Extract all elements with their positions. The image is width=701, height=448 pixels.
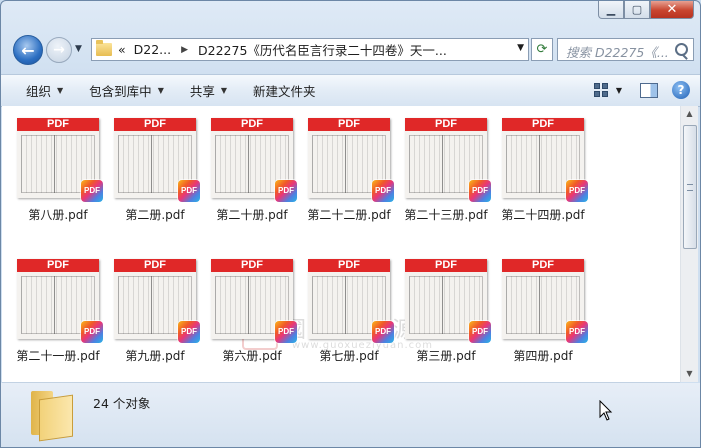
- breadcrumb-item-current[interactable]: D22275《历代名臣言行录二十四卷》天一...: [198, 40, 447, 59]
- caption-buttons: ▁ ▢ ✕: [598, 1, 694, 21]
- pdf-banner: PDF: [308, 118, 390, 131]
- change-view-icon[interactable]: [593, 83, 608, 97]
- organize-label: 组织: [26, 84, 52, 99]
- pdf-app-icon: PDF: [81, 321, 103, 343]
- mouse-cursor-icon: [599, 400, 613, 421]
- pdf-banner: PDF: [211, 118, 293, 131]
- breadcrumb-overflow[interactable]: «: [118, 42, 126, 57]
- pdf-app-icon: PDF: [81, 180, 103, 202]
- search-placeholder: 搜索 D22275《...: [566, 45, 669, 60]
- item-count: 24 个对象: [93, 396, 151, 411]
- forward-arrow-icon: →: [53, 42, 65, 58]
- pdf-banner: PDF: [502, 259, 584, 272]
- chevron-down-icon: ▼: [157, 86, 164, 95]
- pdf-banner: PDF: [405, 259, 487, 272]
- pdf-app-icon: PDF: [566, 321, 588, 343]
- pdf-thumbnail: PDF PDF: [114, 118, 200, 202]
- back-arrow-icon: ←: [21, 40, 35, 60]
- chevron-down-icon: ▼: [220, 86, 228, 95]
- recent-pages-dropdown-icon[interactable]: ▼: [75, 44, 82, 54]
- share-menu[interactable]: 共享 ▼: [190, 81, 227, 100]
- pdf-app-icon: PDF: [469, 321, 491, 343]
- include-in-library-menu[interactable]: 包含到库中 ▼: [89, 81, 164, 100]
- pdf-banner: PDF: [17, 118, 99, 131]
- pdf-thumbnail: PDF PDF: [405, 259, 491, 343]
- pdf-app-icon: PDF: [372, 321, 394, 343]
- close-button[interactable]: ✕: [650, 1, 694, 19]
- forward-button[interactable]: →: [46, 37, 72, 63]
- new-folder-button[interactable]: 新建文件夹: [253, 81, 316, 100]
- file-name: 第四册.pdf: [513, 349, 573, 363]
- pdf-thumbnail: PDF PDF: [308, 259, 394, 343]
- pdf-banner: PDF: [114, 118, 196, 131]
- breadcrumb-chevron-icon[interactable]: ▶: [181, 45, 188, 55]
- file-list-area[interactable]: 国 國學資源網 www.guoxueziyuan.com PDFPDF第八册.p…: [2, 106, 680, 383]
- folder-icon: [96, 40, 112, 56]
- scroll-thumb[interactable]: [683, 125, 697, 249]
- address-bar[interactable]: « D22... ▶ D22275《历代名臣言行录二十四卷》天一... ▼: [91, 38, 529, 61]
- command-bar: 组织 ▼ 包含到库中 ▼ 共享 ▼ 新建文件夹 ▼ ?: [1, 74, 700, 107]
- back-button[interactable]: ←: [13, 35, 43, 65]
- search-input[interactable]: 搜索 D22275《...: [557, 38, 694, 61]
- pdf-thumbnail: PDF PDF: [502, 259, 588, 343]
- explorer-window: ▁ ▢ ✕ ← → ▼ « D22... ▶ D22275《历代名臣言行录二十四…: [0, 0, 701, 448]
- pdf-banner: PDF: [17, 259, 99, 272]
- chevron-down-icon: ▼: [57, 86, 64, 95]
- pdf-thumbnail: PDF PDF: [17, 118, 103, 202]
- folder-icon: [31, 391, 73, 442]
- pdf-thumbnail: PDF PDF: [211, 259, 297, 343]
- scroll-up-icon[interactable]: ▲: [681, 106, 698, 122]
- pdf-app-icon: PDF: [275, 321, 297, 343]
- share-label: 共享: [189, 84, 215, 99]
- vertical-scrollbar[interactable]: ▲ ▼: [680, 106, 698, 382]
- pdf-thumbnail: PDF PDF: [211, 118, 297, 202]
- include-in-library-label: 包含到库中: [89, 84, 152, 99]
- pdf-thumbnail: PDF PDF: [405, 118, 491, 202]
- pdf-thumbnail: PDF PDF: [17, 259, 103, 343]
- pdf-app-icon: PDF: [372, 180, 394, 202]
- pdf-banner: PDF: [211, 259, 293, 272]
- search-icon[interactable]: [675, 43, 688, 56]
- scroll-down-icon[interactable]: ▼: [681, 366, 698, 382]
- pdf-thumbnail: PDF PDF: [308, 118, 394, 202]
- pdf-banner: PDF: [405, 118, 487, 131]
- preview-pane-icon[interactable]: [640, 82, 658, 98]
- organize-menu[interactable]: 组织 ▼: [26, 81, 63, 100]
- navigation-bar: ← → ▼ « D22... ▶ D22275《历代名臣言行录二十四卷》天一..…: [9, 35, 694, 65]
- new-folder-label: 新建文件夹: [253, 84, 316, 99]
- view-options-dropdown-icon[interactable]: ▼: [616, 86, 622, 95]
- pdf-app-icon: PDF: [275, 180, 297, 202]
- pdf-app-icon: PDF: [469, 180, 491, 202]
- pdf-banner: PDF: [502, 118, 584, 131]
- pdf-banner: PDF: [308, 259, 390, 272]
- pdf-app-icon: PDF: [566, 180, 588, 202]
- pdf-thumbnail: PDF PDF: [114, 259, 200, 343]
- minimize-button[interactable]: ▁: [598, 1, 624, 19]
- file-name: 第二十四册.pdf: [501, 208, 585, 222]
- address-dropdown-icon[interactable]: ▼: [517, 43, 524, 53]
- help-icon[interactable]: ?: [672, 81, 690, 99]
- breadcrumb-item-parent[interactable]: D22...: [134, 42, 171, 57]
- refresh-icon: ⟳: [536, 42, 548, 57]
- details-pane: 24 个对象: [1, 383, 700, 447]
- pdf-banner: PDF: [114, 259, 196, 272]
- pdf-app-icon: PDF: [178, 321, 200, 343]
- pdf-app-icon: PDF: [178, 180, 200, 202]
- pdf-thumbnail: PDF PDF: [502, 118, 588, 202]
- maximize-button[interactable]: ▢: [624, 1, 650, 19]
- view-controls: ▼ ?: [593, 81, 690, 99]
- refresh-button[interactable]: ⟳: [531, 38, 553, 61]
